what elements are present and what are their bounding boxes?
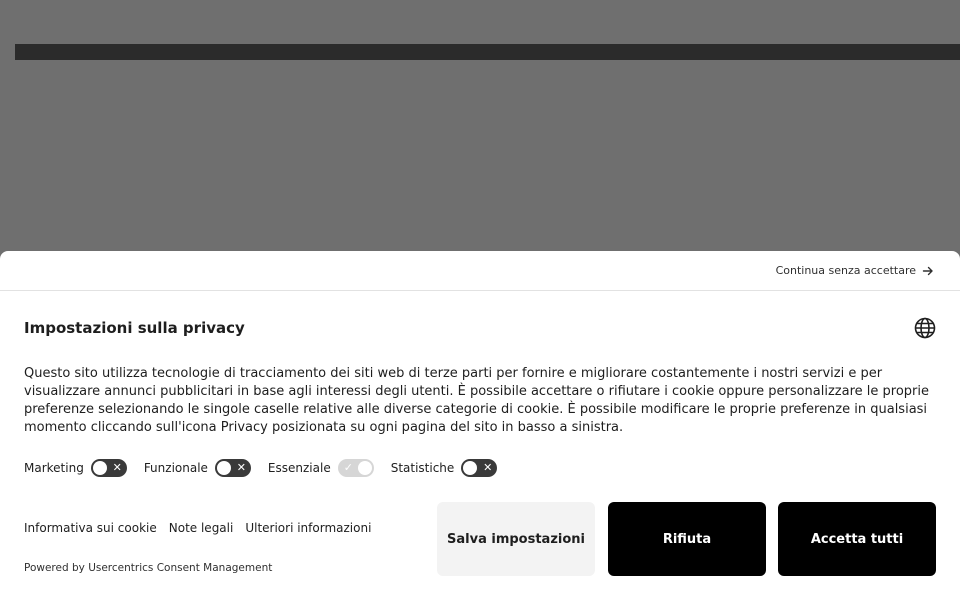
toggle-marketing: Marketing ✕ — [24, 459, 127, 477]
check-icon: ✓ — [343, 461, 353, 474]
continue-label: Continua senza accettare — [775, 264, 916, 277]
statistiche-switch[interactable]: ✕ — [461, 459, 498, 477]
continue-without-accepting-link[interactable]: Continua senza accettare — [776, 264, 934, 277]
globe-icon[interactable] — [914, 317, 936, 339]
cookie-consent-banner: Continua senza accettare Impostazioni su… — [0, 251, 960, 600]
funzionale-switch[interactable]: ✕ — [214, 459, 251, 477]
deny-button[interactable]: Rifiuta — [608, 502, 766, 576]
accept-all-button[interactable]: Accetta tutti — [778, 502, 936, 576]
banner-top-bar: Continua senza accettare — [0, 251, 960, 291]
toggle-statistiche: Statistiche ✕ — [391, 459, 498, 477]
switch-knob — [92, 461, 107, 475]
consent-categories: Marketing ✕ Funzionale ✕ Essenziale ✓ St… — [24, 459, 498, 477]
footer-links: Informativa sui cookie Note legali Ulter… — [24, 521, 371, 535]
banner-title: Impostazioni sulla privacy — [24, 319, 245, 337]
powered-by-text: Powered by Usercentrics Consent Manageme… — [24, 562, 273, 574]
page-header-bar — [15, 44, 960, 60]
switch-knob — [463, 461, 478, 475]
toggle-funzionale: Funzionale ✕ — [144, 459, 251, 477]
switch-knob — [357, 461, 372, 475]
legal-notes-link[interactable]: Note legali — [169, 521, 234, 535]
toggle-label: Statistiche — [390, 461, 455, 475]
toggle-essenziale: Essenziale ✓ — [268, 459, 374, 477]
banner-header: Impostazioni sulla privacy — [24, 317, 936, 339]
close-icon: ✕ — [483, 461, 493, 474]
toggle-label: Essenziale — [267, 461, 331, 475]
switch-knob — [216, 461, 231, 475]
save-settings-button[interactable]: Salva impostazioni — [437, 502, 595, 576]
cookie-policy-link[interactable]: Informativa sui cookie — [24, 521, 157, 535]
toggle-label: Funzionale — [143, 461, 208, 475]
close-icon: ✕ — [112, 461, 122, 474]
banner-description: Questo sito utilizza tecnologie di tracc… — [24, 366, 930, 435]
more-info-link[interactable]: Ulteriori informazioni — [245, 521, 371, 535]
close-icon: ✕ — [236, 461, 246, 474]
arrow-right-icon — [922, 266, 933, 275]
essenziale-switch: ✓ — [337, 459, 374, 477]
marketing-switch[interactable]: ✕ — [90, 459, 127, 477]
toggle-label: Marketing — [24, 461, 84, 475]
